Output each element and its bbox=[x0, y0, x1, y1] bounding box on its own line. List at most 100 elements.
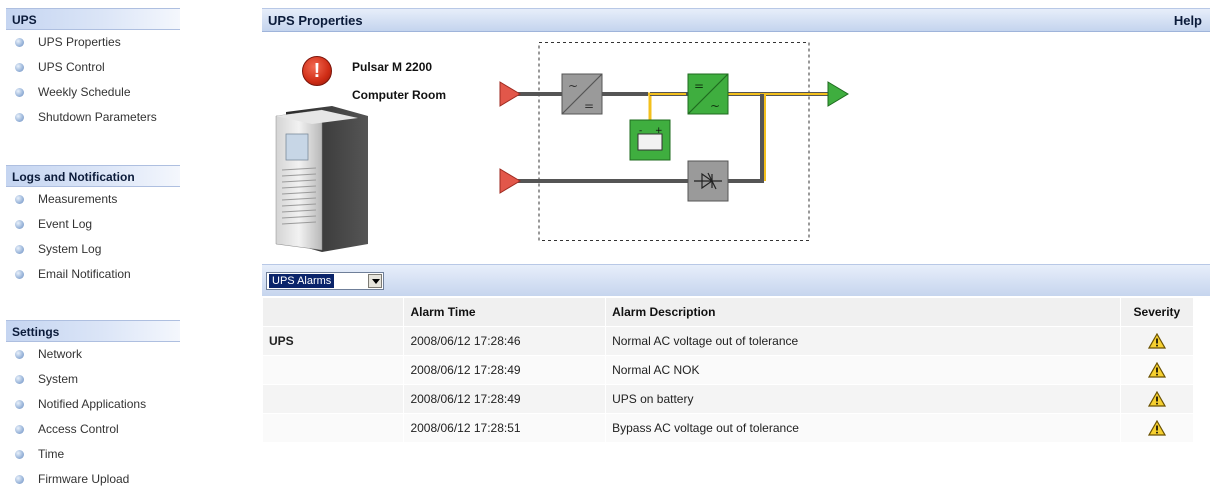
battery-module-icon: - + bbox=[629, 119, 671, 161]
sidebar-item-measurements[interactable]: Measurements bbox=[6, 187, 180, 212]
sidebar: UPS UPS Properties UPS Control Weekly Sc… bbox=[0, 0, 185, 495]
ups-tower-icon bbox=[275, 106, 368, 252]
sidebar-item-ups-control[interactable]: UPS Control bbox=[6, 55, 180, 80]
svg-text:~: ~ bbox=[568, 79, 578, 93]
input-bypass-arrow-icon bbox=[499, 168, 521, 194]
title-bar: UPS Properties Help bbox=[262, 8, 1210, 32]
sidebar-item-ups-properties[interactable]: UPS Properties bbox=[6, 30, 180, 55]
table-row: 2008/06/12 17:28:49 Normal AC NOK bbox=[263, 356, 1193, 384]
bullet-icon bbox=[15, 350, 24, 359]
alarm-source bbox=[263, 414, 404, 442]
sidebar-item-network[interactable]: Network bbox=[6, 342, 180, 367]
bullet-icon bbox=[15, 63, 24, 72]
chevron-down-icon[interactable] bbox=[368, 274, 382, 288]
sidebar-item-label: System Log bbox=[38, 242, 102, 256]
sidebar-item-email-notification[interactable]: Email Notification bbox=[6, 262, 180, 287]
sidebar-item-shutdown-parameters[interactable]: Shutdown Parameters bbox=[6, 105, 180, 130]
main-panel: UPS Properties Help ! Pulsar M 2200 Comp… bbox=[262, 0, 1210, 495]
sidebar-item-firmware-upload[interactable]: Firmware Upload bbox=[6, 467, 180, 492]
output-arrow-icon bbox=[827, 81, 849, 107]
bullet-icon bbox=[15, 375, 24, 384]
alarm-exclamation-icon: ! bbox=[302, 56, 332, 86]
bullet-icon bbox=[15, 88, 24, 97]
bullet-icon bbox=[15, 220, 24, 229]
bullet-icon bbox=[15, 270, 24, 279]
sidebar-item-label: Measurements bbox=[38, 192, 118, 206]
alarm-severity bbox=[1120, 327, 1193, 355]
warning-icon bbox=[1147, 362, 1166, 378]
nav-section-ups: UPS UPS Properties UPS Control Weekly Sc… bbox=[6, 8, 180, 130]
inverter-module-icon: = ~ bbox=[687, 73, 729, 115]
sidebar-item-notified-applications[interactable]: Notified Applications bbox=[6, 392, 180, 417]
alarm-source bbox=[263, 385, 404, 413]
warning-icon bbox=[1147, 420, 1166, 436]
alarm-severity bbox=[1120, 385, 1193, 413]
ups-model: Pulsar M 2200 bbox=[352, 60, 433, 74]
ups-status-area: ! Pulsar M 2200 Computer Room bbox=[272, 46, 482, 256]
alarms-table-body: UPS 2008/06/12 17:28:46 Normal AC voltage … bbox=[263, 327, 1193, 442]
bullet-icon bbox=[15, 245, 24, 254]
sidebar-item-label: Access Control bbox=[38, 422, 119, 436]
alarm-severity bbox=[1120, 356, 1193, 384]
nav-header-logs: Logs and Notification bbox=[6, 165, 180, 187]
bullet-icon bbox=[15, 450, 24, 459]
alarms-table: Alarm Time Alarm Description Severity UP… bbox=[262, 297, 1194, 443]
svg-text:=: = bbox=[694, 79, 704, 93]
column-header-source bbox=[263, 298, 404, 326]
help-link[interactable]: Help bbox=[1174, 13, 1202, 28]
sidebar-item-label: Notified Applications bbox=[38, 397, 147, 411]
alarm-toolbar: UPS Alarms bbox=[262, 264, 1210, 296]
sidebar-item-system[interactable]: System bbox=[6, 367, 180, 392]
sidebar-item-access-control[interactable]: Access Control bbox=[6, 417, 180, 442]
column-header-severity: Severity bbox=[1120, 298, 1193, 326]
alarm-source bbox=[263, 356, 404, 384]
svg-text:=: = bbox=[584, 99, 594, 113]
alarm-time: 2008/06/12 17:28:51 bbox=[404, 414, 606, 442]
table-row: 2008/06/12 17:28:49 UPS on battery bbox=[263, 385, 1193, 413]
sidebar-item-weekly-schedule[interactable]: Weekly Schedule bbox=[6, 80, 180, 105]
alarm-time: 2008/06/12 17:28:46 bbox=[404, 327, 606, 355]
sidebar-item-event-log[interactable]: Event Log bbox=[6, 212, 180, 237]
alarm-type-select[interactable]: UPS Alarms bbox=[266, 272, 384, 290]
sidebar-item-label: Time bbox=[38, 447, 65, 461]
warning-icon bbox=[1147, 391, 1166, 407]
sidebar-item-time[interactable]: Time bbox=[6, 442, 180, 467]
table-header-row: Alarm Time Alarm Description Severity bbox=[263, 298, 1193, 326]
nav-section-logs: Logs and Notification Measurements Event… bbox=[6, 165, 180, 287]
alarm-description: UPS on battery bbox=[606, 385, 1120, 413]
bypass-module-icon bbox=[687, 160, 729, 202]
column-header-alarm-description: Alarm Description bbox=[606, 298, 1120, 326]
sidebar-item-system-log[interactable]: System Log bbox=[6, 237, 180, 262]
svg-text:+: + bbox=[655, 126, 663, 136]
table-row: 2008/06/12 17:28:51 Bypass AC voltage out… bbox=[263, 414, 1193, 442]
bullet-icon bbox=[15, 425, 24, 434]
bullet-icon bbox=[15, 400, 24, 409]
sidebar-item-label: Firmware Upload bbox=[38, 472, 130, 486]
alarm-source: UPS bbox=[263, 327, 404, 355]
alarm-description: Normal AC voltage out of tolerance bbox=[606, 327, 1120, 355]
table-row: UPS 2008/06/12 17:28:46 Normal AC voltage … bbox=[263, 327, 1193, 355]
alarm-severity bbox=[1120, 414, 1193, 442]
svg-text:~: ~ bbox=[710, 99, 720, 113]
sidebar-item-label: System bbox=[38, 372, 79, 386]
ups-location: Computer Room bbox=[352, 88, 446, 102]
warning-icon bbox=[1147, 333, 1166, 349]
rectifier-module-icon: ~ = bbox=[561, 73, 603, 115]
alarm-description: Bypass AC voltage out of tolerance bbox=[606, 414, 1120, 442]
bullet-icon bbox=[15, 195, 24, 204]
svg-text:-: - bbox=[639, 126, 642, 136]
sidebar-item-label: Event Log bbox=[38, 217, 93, 231]
bullet-icon bbox=[15, 38, 24, 47]
sidebar-item-label: UPS Properties bbox=[38, 35, 121, 49]
bullet-icon bbox=[15, 113, 24, 122]
alarm-time: 2008/06/12 17:28:49 bbox=[404, 356, 606, 384]
ups-synoptic-diagram: ~ = = ~ - + bbox=[499, 42, 849, 241]
column-header-alarm-time: Alarm Time bbox=[404, 298, 606, 326]
nav-header-settings: Settings bbox=[6, 320, 180, 342]
sidebar-item-label: Network bbox=[38, 347, 83, 361]
bullet-icon bbox=[15, 475, 24, 484]
nav-header-ups: UPS bbox=[6, 8, 180, 30]
nav-section-settings: Settings Network System Notified Applica… bbox=[6, 320, 180, 492]
alarm-description: Normal AC NOK bbox=[606, 356, 1120, 384]
page-title: UPS Properties bbox=[268, 13, 363, 28]
